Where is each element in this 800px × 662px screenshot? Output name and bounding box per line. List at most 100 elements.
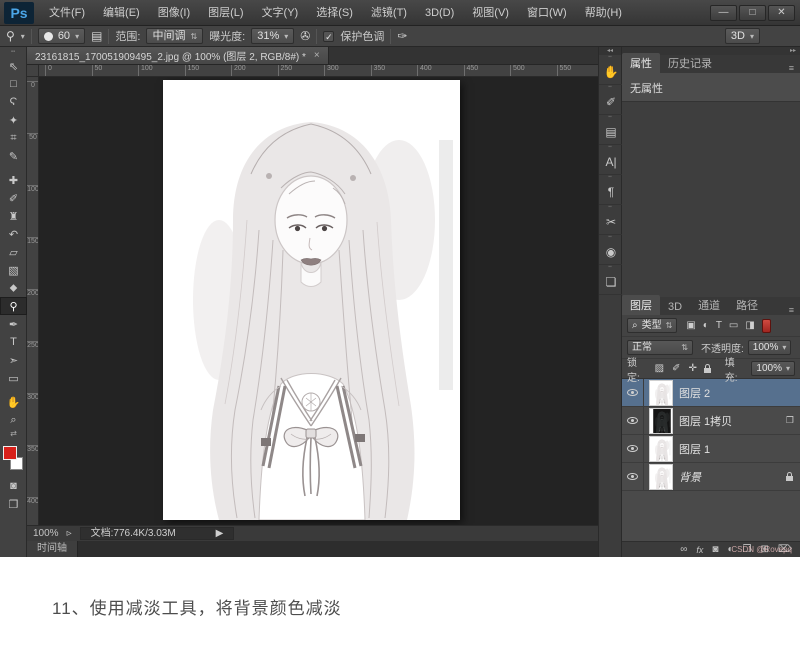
dodge-tool[interactable]: ⚲ <box>0 297 27 315</box>
opacity-field[interactable]: 100% ▾ <box>748 340 792 355</box>
layer-row[interactable]: 图层 1拷贝❐ <box>622 407 800 435</box>
clone-stamp-tool[interactable]: ♜ <box>0 207 27 225</box>
path-selection-tool[interactable]: ➣ <box>0 351 27 369</box>
menu-item-F[interactable]: 文件(F) <box>40 0 94 26</box>
brush-panel-icon[interactable]: ✐ <box>599 89 623 115</box>
toggle-brush-panel-icon[interactable]: ▤ <box>91 29 102 43</box>
layer-thumbnail[interactable] <box>649 464 673 490</box>
status-arrow-icon[interactable]: ▶ <box>216 528 224 540</box>
filter-shape-layers-icon[interactable]: ▭ <box>728 320 739 331</box>
filter-smart-objects-icon[interactable]: ◨ <box>744 320 755 331</box>
link-layers-icon[interactable]: ∞ <box>680 543 687 557</box>
layers-tab-路径[interactable]: 路径 <box>728 295 766 315</box>
menu-item-W[interactable]: 窗口(W) <box>518 0 576 26</box>
shape-tool[interactable]: ▭ <box>0 369 27 387</box>
foreground-color-swatch[interactable] <box>3 446 17 460</box>
layer-thumbnail[interactable] <box>649 408 673 434</box>
healing-brush-tool[interactable]: ✚ <box>0 171 27 189</box>
menu-item-V[interactable]: 视图(V) <box>463 0 518 26</box>
lock-transparency-icon[interactable]: ▨ <box>654 363 665 374</box>
menu-item-I[interactable]: 图像(I) <box>149 0 199 26</box>
properties-panel-menu-icon[interactable]: ≡ <box>789 63 800 73</box>
zoom-level[interactable]: 100% <box>33 528 59 539</box>
eye-icon[interactable] <box>627 417 638 424</box>
layer-comps-panel-icon[interactable]: ▤ <box>599 119 623 145</box>
visibility-cell[interactable] <box>622 463 644 491</box>
eye-icon[interactable] <box>627 473 638 480</box>
hand-tool[interactable]: ✋ <box>0 393 27 411</box>
workspace-switcher[interactable]: 3D ▾ <box>725 28 760 44</box>
menu-item-E[interactable]: 编辑(E) <box>94 0 149 26</box>
visibility-cell[interactable] <box>622 379 644 407</box>
range-select[interactable]: 中间调 ⇅ <box>146 28 203 44</box>
quick-selection-tool[interactable]: ✦ <box>0 111 27 129</box>
tools-grip[interactable]: ▪▪ <box>0 47 26 57</box>
layer-row[interactable]: 背景 <box>622 463 800 491</box>
layers-tab-通道[interactable]: 通道 <box>690 295 728 315</box>
move-tool[interactable]: ⇖ <box>0 57 27 75</box>
maximize-button[interactable]: □ <box>739 5 766 21</box>
fill-field[interactable]: 100% ▾ <box>751 361 795 376</box>
status-flyout-icon[interactable]: ▹ <box>67 528 72 539</box>
notes-panel-icon[interactable]: ❏ <box>599 269 623 295</box>
crop-tool[interactable]: ⌗ <box>0 129 27 147</box>
minimize-button[interactable]: — <box>710 5 737 21</box>
pen-tool[interactable]: ✒ <box>0 315 27 333</box>
screen-mode-button[interactable]: ❐ <box>0 495 27 513</box>
adjustments-panel-icon[interactable]: ✋ <box>599 59 623 85</box>
brush-size-picker[interactable]: 60 ▾ <box>38 28 85 44</box>
lasso-tool[interactable]: Ϛ <box>0 93 27 111</box>
zoom-tool[interactable]: ⌕ <box>0 411 27 429</box>
layers-tab-3D[interactable]: 3D <box>660 299 690 315</box>
filter-type-layers-icon[interactable]: T <box>715 320 723 331</box>
layer-thumbnail[interactable] <box>649 436 673 462</box>
filter-pixel-layers-icon[interactable]: ▣ <box>685 320 696 331</box>
layers-tab-图层[interactable]: 图层 <box>622 295 660 315</box>
menu-item-3DD[interactable]: 3D(D) <box>416 0 463 26</box>
pressure-toggle-icon[interactable]: ✑ <box>397 29 407 43</box>
lock-position-icon[interactable]: ✛ <box>687 363 697 374</box>
layer-row[interactable]: 图层 2 <box>622 379 800 407</box>
paragraph-panel-icon[interactable]: ¶ <box>599 179 623 205</box>
canvas-image[interactable] <box>163 80 460 520</box>
eyedropper-tool[interactable]: ✎ <box>0 147 27 165</box>
eraser-tool[interactable]: ▱ <box>0 243 27 261</box>
lock-paint-icon[interactable]: ✐ <box>671 363 681 374</box>
protect-tones-checkbox[interactable]: ✓ <box>323 31 334 42</box>
brush-tool[interactable]: ✐ <box>0 189 27 207</box>
timeline-tab[interactable]: 时间轴 <box>27 541 78 557</box>
properties-tab-属性[interactable]: 属性 <box>622 53 660 73</box>
layers-panel-menu-icon[interactable]: ≡ <box>789 305 800 315</box>
history-brush-tool[interactable]: ↶ <box>0 225 27 243</box>
smudge-tool[interactable]: ⬥ <box>0 279 27 297</box>
filter-type-select[interactable]: ⌕ 类型 ⇅ <box>627 318 677 333</box>
airbrush-toggle-icon[interactable]: ✇ <box>300 29 310 43</box>
dodge-tool-icon[interactable]: ⚲ <box>6 29 15 43</box>
properties-tab-历史记录[interactable]: 历史记录 <box>660 53 720 73</box>
cc-panel-icon[interactable]: ◉ <box>599 239 623 265</box>
tool-presets-panel-icon[interactable]: ✂ <box>599 209 623 235</box>
menu-item-T[interactable]: 滤镜(T) <box>362 0 416 26</box>
eye-icon[interactable] <box>627 389 638 396</box>
eye-icon[interactable] <box>627 445 638 452</box>
character-panel-icon[interactable]: A| <box>599 149 623 175</box>
add-layer-mask-icon[interactable]: ◙ <box>712 543 718 557</box>
type-tool[interactable]: T <box>0 333 27 351</box>
marquee-tool[interactable]: □ <box>0 75 27 93</box>
menu-item-S[interactable]: 选择(S) <box>307 0 362 26</box>
tool-preset-arrow-icon[interactable]: ▾ <box>21 32 25 41</box>
layer-thumbnail[interactable] <box>649 380 673 406</box>
swap-colors-icon[interactable]: ⇄ <box>0 429 27 439</box>
gradient-tool[interactable]: ▧ <box>0 261 27 279</box>
menu-item-H[interactable]: 帮助(H) <box>576 0 631 26</box>
quick-mask-button[interactable]: ◙ <box>0 477 27 495</box>
visibility-cell[interactable] <box>622 407 644 435</box>
layer-filter-toggle[interactable] <box>762 319 771 333</box>
visibility-cell[interactable] <box>622 435 644 463</box>
lock-all-icon[interactable] <box>704 368 711 373</box>
menu-item-Y[interactable]: 文字(Y) <box>253 0 308 26</box>
tab-close-icon[interactable]: × <box>314 50 320 61</box>
filter-adjustment-layers-icon[interactable]: ◐ <box>702 320 710 331</box>
close-button[interactable]: ✕ <box>768 5 795 21</box>
layer-row[interactable]: 图层 1 <box>622 435 800 463</box>
